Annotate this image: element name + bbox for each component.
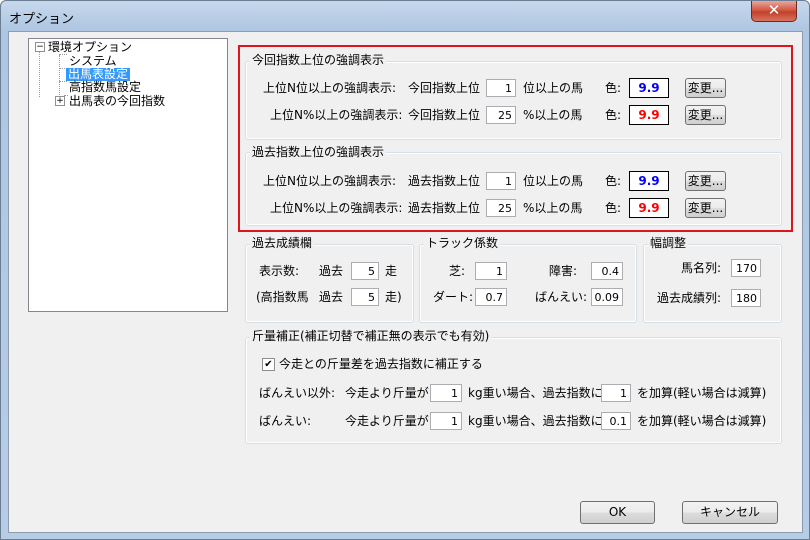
- ok-button[interactable]: OK: [580, 501, 655, 524]
- kako-rank-color-change-button[interactable]: 変更...: [685, 171, 726, 191]
- kako-seiseki-row2-suffix: 走): [385, 290, 402, 304]
- kako-seiseki-row1-prefix: 過去: [319, 264, 344, 278]
- tree-collapse-icon[interactable]: −: [35, 42, 45, 52]
- kinryo-checkbox[interactable]: ✔: [262, 358, 275, 371]
- konkai-rank-input[interactable]: 1: [486, 79, 516, 97]
- konkai-row2-prefix: 今回指数上位: [408, 108, 481, 122]
- weight-diff-input[interactable]: 1: [430, 384, 462, 402]
- settings-tree[interactable]: − 環境オプション システム 出馬表設定 高指数馬設定 + 出馬表の今回指数: [28, 38, 228, 312]
- kako-seiseki-row2-label: (高指数馬: [256, 290, 309, 304]
- kako-seiseki-row1-suffix: 走: [385, 264, 398, 278]
- konkai-group: [245, 61, 782, 140]
- konkai-percent-color-change-button[interactable]: 変更...: [685, 105, 726, 125]
- dialog-client: − 環境オプション システム 出馬表設定 高指数馬設定 + 出馬表の今回指数 今…: [8, 31, 803, 533]
- kako-rank-color-swatch: 9.9: [629, 171, 669, 191]
- close-button[interactable]: ✕: [751, 1, 797, 22]
- kako-seiseki-group: [245, 244, 414, 323]
- tree-item-root[interactable]: 環境オプション: [48, 41, 132, 54]
- cancel-button[interactable]: キャンセル: [682, 501, 778, 524]
- kinryo-checkbox-label[interactable]: 今走との斤量差を過去指数に補正する: [279, 356, 483, 372]
- kinryo-row2-t3: を加算(軽い場合は減算): [637, 414, 767, 428]
- track-group: [419, 244, 637, 323]
- kinryo-row2-t2: kg重い場合、過去指数に: [468, 414, 603, 428]
- tree-item-high-index-settings[interactable]: 高指数馬設定: [69, 81, 141, 94]
- kinryo-row2-label: ばんえい:: [259, 414, 312, 428]
- konkai-percent-color-swatch: 9.9: [629, 105, 669, 125]
- tree-expand-icon[interactable]: +: [55, 96, 65, 106]
- bamei-width-input[interactable]: 170: [731, 259, 761, 277]
- konkai-row2-label: 上位N%以上の強調表示:: [270, 108, 403, 122]
- display-count-input[interactable]: 5: [351, 262, 379, 280]
- konkai-row1-suffix: 位以上の馬: [523, 81, 584, 95]
- kako-percent-color-swatch: 9.9: [629, 198, 669, 218]
- banei-label: ばんえい:: [535, 290, 588, 304]
- haba-title: 幅調整: [648, 236, 689, 250]
- banei-weight-diff-input[interactable]: 1: [430, 412, 462, 430]
- kako-row2-color-label: 色:: [605, 201, 622, 215]
- shogai-label: 障害:: [549, 264, 578, 278]
- dirt-label: ダート:: [433, 290, 474, 304]
- kako-row2-label: 上位N%以上の強調表示:: [270, 201, 403, 215]
- konkai-row2-color-label: 色:: [605, 108, 622, 122]
- kako-row1-suffix: 位以上の馬: [523, 174, 584, 188]
- kako-group-title: 過去指数上位の強調表示: [250, 145, 387, 159]
- kinryo-title: 斤量補正(補正切替で補正無の表示でも有効): [250, 329, 492, 343]
- options-window: オプション ✕ − 環境オプション システム 出馬表設定 高指数馬設定 + 出馬…: [0, 0, 810, 540]
- kako-seiseki-row2-prefix: 過去: [319, 290, 344, 304]
- konkai-group-title: 今回指数上位の強調表示: [250, 53, 387, 67]
- dirt-input[interactable]: 0.7: [475, 288, 507, 306]
- kako-seiseki-title: 過去成績欄: [250, 236, 315, 250]
- kako-row2-suffix: %以上の馬: [523, 201, 583, 215]
- high-index-count-input[interactable]: 5: [351, 288, 379, 306]
- track-title: トラック係数: [424, 236, 501, 250]
- konkai-rank-color-swatch: 9.9: [629, 78, 669, 98]
- konkai-row1-label: 上位N位以上の強調表示:: [263, 81, 397, 95]
- haba-group: [643, 244, 782, 323]
- kako-percent-input[interactable]: 25: [486, 199, 516, 217]
- kinryo-row1-t3: を加算(軽い場合は減算): [637, 386, 767, 400]
- kako-row2-prefix: 過去指数上位: [408, 201, 481, 215]
- konkai-row1-prefix: 今回指数上位: [408, 81, 481, 95]
- kako-seiseki-row1-label: 表示数:: [259, 264, 300, 278]
- kako-width-input[interactable]: 180: [731, 289, 761, 307]
- kako-row1-color-label: 色:: [605, 174, 622, 188]
- konkai-row1-color-label: 色:: [605, 81, 622, 95]
- shogai-input[interactable]: 0.4: [591, 262, 623, 280]
- kinryo-row2-t1: 今走より斤量が: [345, 414, 429, 428]
- window-title: オプション: [9, 12, 75, 27]
- index-add-input[interactable]: 1: [601, 384, 631, 402]
- kako-row1-prefix: 過去指数上位: [408, 174, 481, 188]
- konkai-row2-suffix: %以上の馬: [523, 108, 583, 122]
- tree-item-current-index[interactable]: 出馬表の今回指数: [69, 95, 165, 108]
- banei-input[interactable]: 0.09: [591, 288, 623, 306]
- konkai-percent-input[interactable]: 25: [486, 106, 516, 124]
- konkai-rank-color-change-button[interactable]: 変更...: [685, 78, 726, 98]
- kako-rank-input[interactable]: 1: [486, 172, 516, 190]
- kako-percent-color-change-button[interactable]: 変更...: [685, 198, 726, 218]
- bamei-width-label: 馬名列:: [681, 261, 722, 275]
- shiba-input[interactable]: 1: [475, 262, 507, 280]
- title-bar: オプション ✕: [1, 1, 809, 31]
- kinryo-row1-label: ばんえい以外:: [259, 386, 336, 400]
- kinryo-row1-t1: 今走より斤量が: [345, 386, 429, 400]
- shiba-label: 芝:: [449, 264, 466, 278]
- banei-index-add-input[interactable]: 0.1: [601, 412, 631, 430]
- kako-row1-label: 上位N位以上の強調表示:: [263, 174, 397, 188]
- kako-width-label: 過去成績列:: [657, 291, 722, 305]
- kinryo-row1-t2: kg重い場合、過去指数に: [468, 386, 603, 400]
